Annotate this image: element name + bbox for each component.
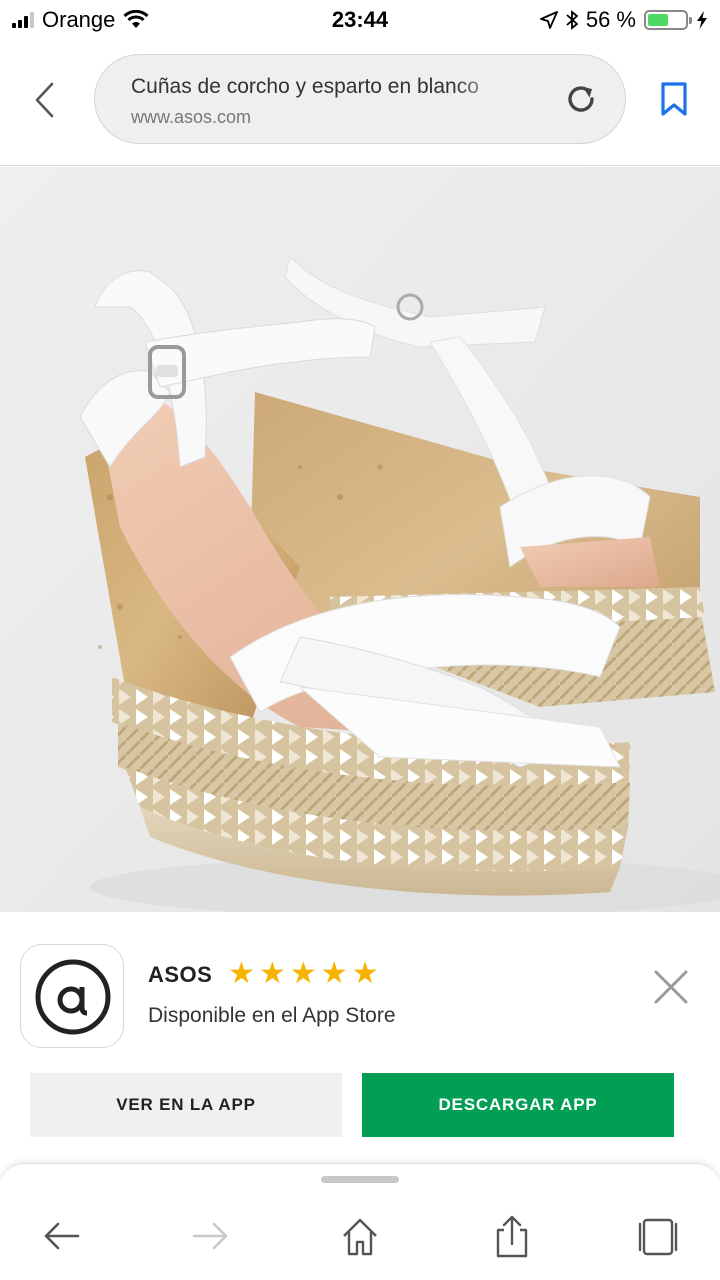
bluetooth-icon <box>566 10 578 30</box>
close-icon[interactable] <box>652 968 690 1006</box>
product-photo <box>0 167 720 912</box>
back-arrow-icon[interactable] <box>40 1214 84 1258</box>
charging-bolt-icon <box>697 11 707 29</box>
star-icon: ★ <box>351 957 379 990</box>
app-availability: Disponible en el App Store <box>148 1004 396 1027</box>
smart-app-banner: ASOS ★ ★ ★ ★ ★ Disponible en el App Store VE… <box>0 912 720 1162</box>
status-right: 56 % <box>539 7 708 33</box>
home-icon[interactable] <box>338 1214 382 1258</box>
page-host: www.asos.com <box>131 107 252 127</box>
page-title: Cuñas de corcho y esparto en blanco <box>131 75 479 98</box>
address-bar[interactable]: Cuñas de corcho y esparto en blanco www.… <box>94 54 626 144</box>
toolbar-grabber[interactable] <box>321 1176 399 1183</box>
tabs-icon[interactable] <box>636 1214 680 1258</box>
rating-stars: ★ ★ ★ ★ ★ <box>228 957 379 990</box>
star-icon: ★ <box>320 957 348 990</box>
star-icon: ★ <box>258 957 286 990</box>
star-icon: ★ <box>228 957 255 990</box>
battery-fill <box>648 14 669 26</box>
view-in-app-button[interactable]: VER EN LA APP <box>30 1073 342 1137</box>
reload-icon[interactable] <box>561 79 601 119</box>
asos-app-icon[interactable] <box>20 944 124 1048</box>
asos-logo-icon <box>35 959 111 1035</box>
status-bar: Orange 23:44 56 % <box>0 0 720 40</box>
star-icon: ★ <box>289 957 317 990</box>
battery-icon <box>644 10 692 30</box>
app-name: ASOS <box>148 962 213 987</box>
browser-header: Cuñas de corcho y esparto en blanco www.… <box>0 40 720 166</box>
battery-percent: 56 % <box>585 7 636 32</box>
chevron-left-icon[interactable] <box>24 78 68 122</box>
browser-toolbar <box>0 1163 720 1280</box>
share-icon[interactable] <box>490 1214 534 1258</box>
download-app-button[interactable]: DESCARGAR APP <box>362 1073 674 1137</box>
forward-arrow-icon[interactable] <box>188 1214 232 1258</box>
bookmark-icon[interactable] <box>654 80 694 120</box>
location-arrow-icon <box>539 11 558 29</box>
sandal-illustration <box>0 167 720 912</box>
